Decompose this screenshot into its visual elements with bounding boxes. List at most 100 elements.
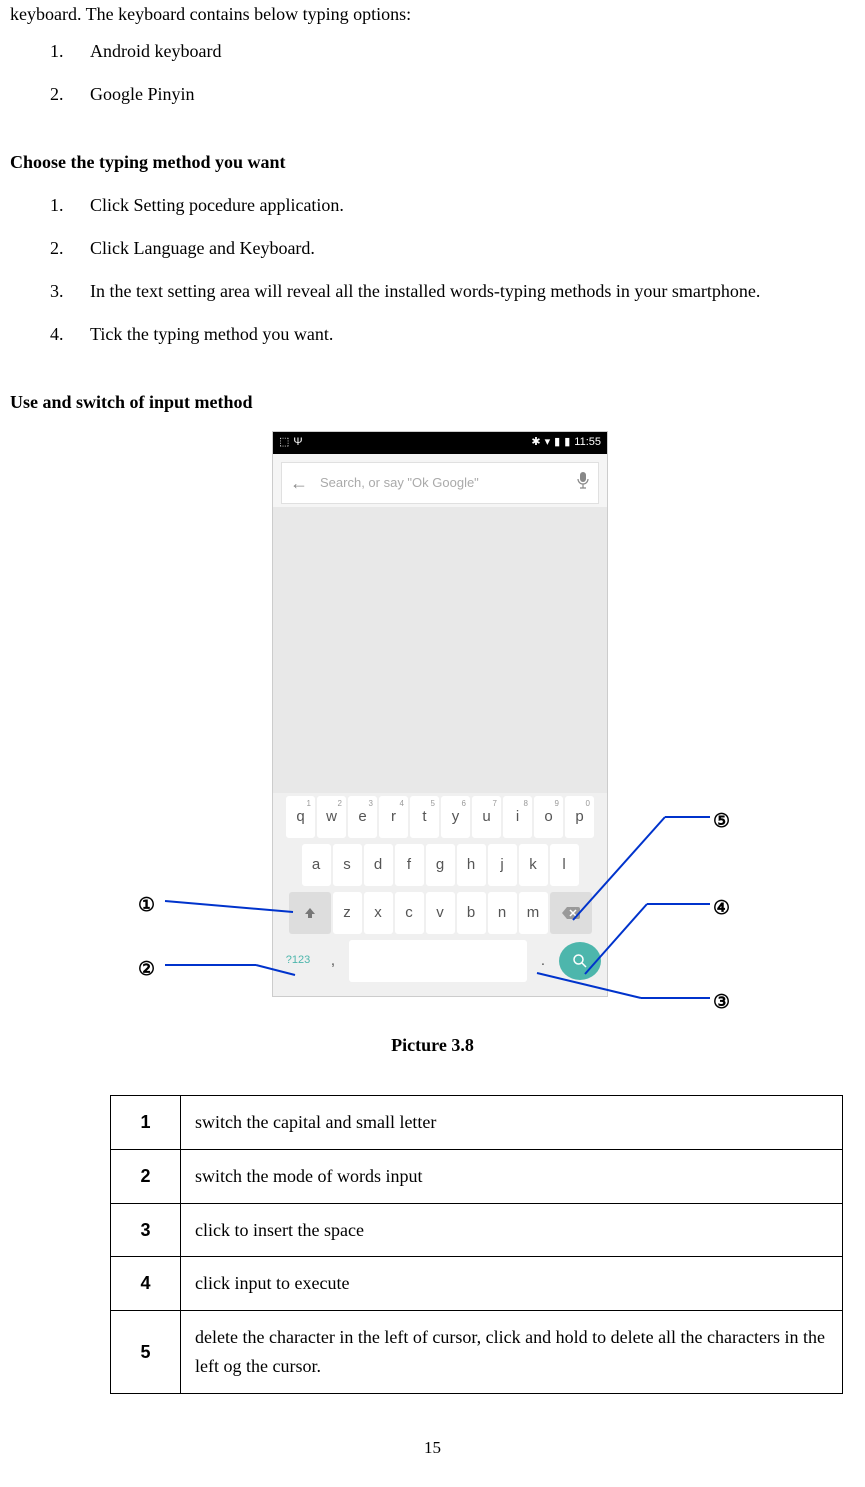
keyboard-options-list: 1. Android keyboard 2. Google Pinyin: [10, 37, 855, 109]
table-row: 1 switch the capital and small letter: [111, 1095, 843, 1149]
key-k[interactable]: k: [519, 844, 548, 886]
key-search[interactable]: [559, 942, 601, 980]
bluetooth-icon: ⬚: [279, 434, 289, 452]
list-text: In the text setting area will reveal all…: [90, 277, 855, 306]
list-text: Google Pinyin: [90, 80, 855, 109]
list-text: Click Language and Keyboard.: [90, 234, 855, 263]
key-v[interactable]: v: [426, 892, 455, 934]
backspace-icon: [562, 907, 580, 919]
list-item: 1. Android keyboard: [50, 37, 855, 66]
table-row: 2 switch the mode of words input: [111, 1149, 843, 1203]
legend-num: 3: [111, 1203, 181, 1257]
phone-screenshot: ⬚ Ψ ✱ ▾ ▮ ▮ 11:55 ← Search, or say "Ok G…: [272, 431, 608, 997]
key-i[interactable]: i8: [503, 796, 532, 838]
legend-desc: switch the capital and small letter: [181, 1095, 843, 1149]
status-bar: ⬚ Ψ ✱ ▾ ▮ ▮ 11:55: [273, 432, 607, 454]
key-comma[interactable]: ,: [321, 940, 345, 982]
key-period[interactable]: .: [531, 940, 555, 982]
list-item: 2. Google Pinyin: [50, 80, 855, 109]
callout-label-4: ④: [713, 894, 730, 924]
legend-desc: delete the character in the left of curs…: [181, 1311, 843, 1394]
keyboard: q1 w2 e3 r4 t5 y6 u7 i8 o9 p0 a s d f g …: [273, 793, 607, 996]
battery-icon: ▮: [564, 434, 570, 452]
search-icon: [572, 953, 588, 969]
callout-label-2: ②: [138, 955, 155, 985]
keyboard-row-2: a s d f g h j k l: [273, 841, 607, 889]
list-text: Android keyboard: [90, 37, 855, 66]
list-number: 1.: [50, 191, 90, 220]
list-text: Click Setting pocedure application.: [90, 191, 855, 220]
back-icon[interactable]: ←: [290, 469, 308, 498]
key-r[interactable]: r4: [379, 796, 408, 838]
key-a[interactable]: a: [302, 844, 331, 886]
key-t[interactable]: t5: [410, 796, 439, 838]
keyboard-row-1: q1 w2 e3 r4 t5 y6 u7 i8 o9 p0: [273, 793, 607, 841]
search-placeholder[interactable]: Search, or say "Ok Google": [320, 473, 576, 494]
page-number: 15: [10, 1434, 855, 1461]
key-w[interactable]: w2: [317, 796, 346, 838]
list-number: 1.: [50, 37, 90, 66]
key-g[interactable]: g: [426, 844, 455, 886]
key-u[interactable]: u7: [472, 796, 501, 838]
legend-num: 5: [111, 1311, 181, 1394]
key-n[interactable]: n: [488, 892, 517, 934]
key-123[interactable]: ?123: [279, 940, 317, 982]
list-text: Tick the typing method you want.: [90, 320, 855, 349]
psi-icon: Ψ: [293, 434, 302, 452]
key-z[interactable]: z: [333, 892, 362, 934]
figure-container: ⬚ Ψ ✱ ▾ ▮ ▮ 11:55 ← Search, or say "Ok G…: [10, 431, 855, 1026]
table-row: 5 delete the character in the left of cu…: [111, 1311, 843, 1394]
intro-text: keyboard. The keyboard contains below ty…: [10, 0, 855, 29]
key-o[interactable]: o9: [534, 796, 563, 838]
legend-num: 2: [111, 1149, 181, 1203]
content-area: [273, 507, 607, 793]
key-h[interactable]: h: [457, 844, 486, 886]
key-p[interactable]: p0: [565, 796, 594, 838]
figure-caption: Picture 3.8: [10, 1031, 855, 1060]
key-l[interactable]: l: [550, 844, 579, 886]
key-m[interactable]: m: [519, 892, 548, 934]
key-c[interactable]: c: [395, 892, 424, 934]
legend-desc: click to insert the space: [181, 1203, 843, 1257]
legend-desc: click input to execute: [181, 1257, 843, 1311]
key-e[interactable]: e3: [348, 796, 377, 838]
table-row: 4 click input to execute: [111, 1257, 843, 1311]
keyboard-row-3: z x c v b n m: [273, 889, 607, 937]
choose-steps-list: 1. Click Setting pocedure application. 2…: [10, 191, 855, 348]
legend-table: 1 switch the capital and small letter 2 …: [110, 1095, 843, 1394]
key-shift[interactable]: [289, 892, 331, 934]
key-j[interactable]: j: [488, 844, 517, 886]
search-bar[interactable]: ← Search, or say "Ok Google": [281, 462, 599, 504]
list-item: 4. Tick the typing method you want.: [50, 320, 855, 349]
section-heading-use-switch: Use and switch of input method: [10, 388, 855, 417]
key-y[interactable]: y6: [441, 796, 470, 838]
callout-label-5: ⑤: [713, 807, 730, 837]
key-f[interactable]: f: [395, 844, 424, 886]
section-heading-choose: Choose the typing method you want: [10, 148, 855, 177]
list-item: 3. In the text setting area will reveal …: [50, 277, 855, 306]
key-q[interactable]: q1: [286, 796, 315, 838]
signal-icon: ▮: [554, 434, 560, 452]
legend-desc: switch the mode of words input: [181, 1149, 843, 1203]
status-time: 11:55: [574, 434, 601, 452]
list-item: 1. Click Setting pocedure application.: [50, 191, 855, 220]
key-d[interactable]: d: [364, 844, 393, 886]
wifi-icon: ▾: [545, 434, 551, 452]
legend-num: 1: [111, 1095, 181, 1149]
key-s[interactable]: s: [333, 844, 362, 886]
table-row: 3 click to insert the space: [111, 1203, 843, 1257]
key-b[interactable]: b: [457, 892, 486, 934]
key-space[interactable]: [349, 940, 527, 982]
bluetooth-icon: ✱: [531, 434, 540, 452]
shift-icon: [303, 906, 317, 920]
mic-icon[interactable]: [576, 469, 590, 498]
keyboard-row-4: ?123 , .: [273, 937, 607, 985]
callout-label-3: ③: [713, 988, 730, 1018]
key-x[interactable]: x: [364, 892, 393, 934]
list-item: 2. Click Language and Keyboard.: [50, 234, 855, 263]
list-number: 4.: [50, 320, 90, 349]
key-backspace[interactable]: [550, 892, 592, 934]
list-number: 2.: [50, 234, 90, 263]
list-number: 2.: [50, 80, 90, 109]
list-number: 3.: [50, 277, 90, 306]
